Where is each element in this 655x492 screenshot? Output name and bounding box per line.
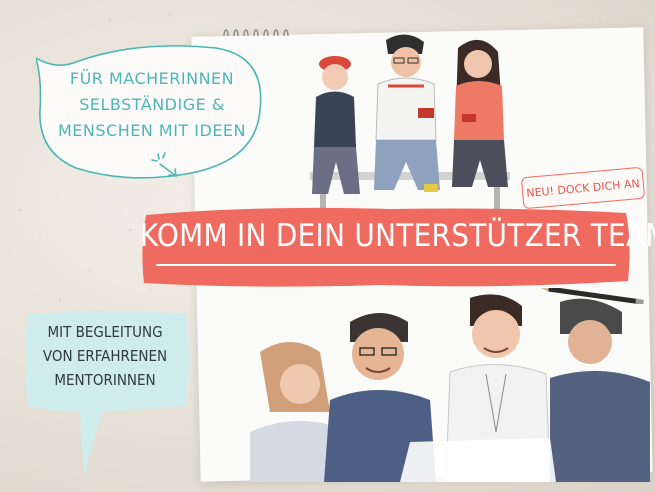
people-illustration-top xyxy=(310,34,510,210)
bubble-top-line-1: FÜR MACHERINNEN xyxy=(69,69,235,88)
bubble-top-line-2: SELBSTÄNDIGE & xyxy=(79,95,225,114)
speech-box-line-3: MENTORINNEN xyxy=(54,371,156,389)
speech-box-text: MIT BEGLEITUNG VON ERFAHRENEN MENTORINNE… xyxy=(30,320,180,392)
speech-box-line-1: MIT BEGLEITUNG xyxy=(47,323,163,341)
people-illustration-bottom xyxy=(250,294,650,482)
hero-banner: FÜR MACHERINNEN SELBSTÄNDIGE & MENSCHEN … xyxy=(0,0,655,492)
headline-underline xyxy=(156,264,616,266)
speech-box-line-2: VON ERFAHRENEN xyxy=(42,347,168,365)
bubble-top-text: FÜR MACHERINNEN SELBSTÄNDIGE & MENSCHEN … xyxy=(52,66,252,144)
headline-text: KOMM IN DEIN UNTERSTÜTZER TEAM xyxy=(140,218,655,254)
spiral-binding-icon xyxy=(223,29,289,37)
bubble-top-line-3: MENSCHEN MIT IDEEN xyxy=(57,121,246,140)
new-tag-label: NEU! DOCK DICH AN xyxy=(525,176,641,200)
sparkle-arrow-icon xyxy=(151,152,177,177)
